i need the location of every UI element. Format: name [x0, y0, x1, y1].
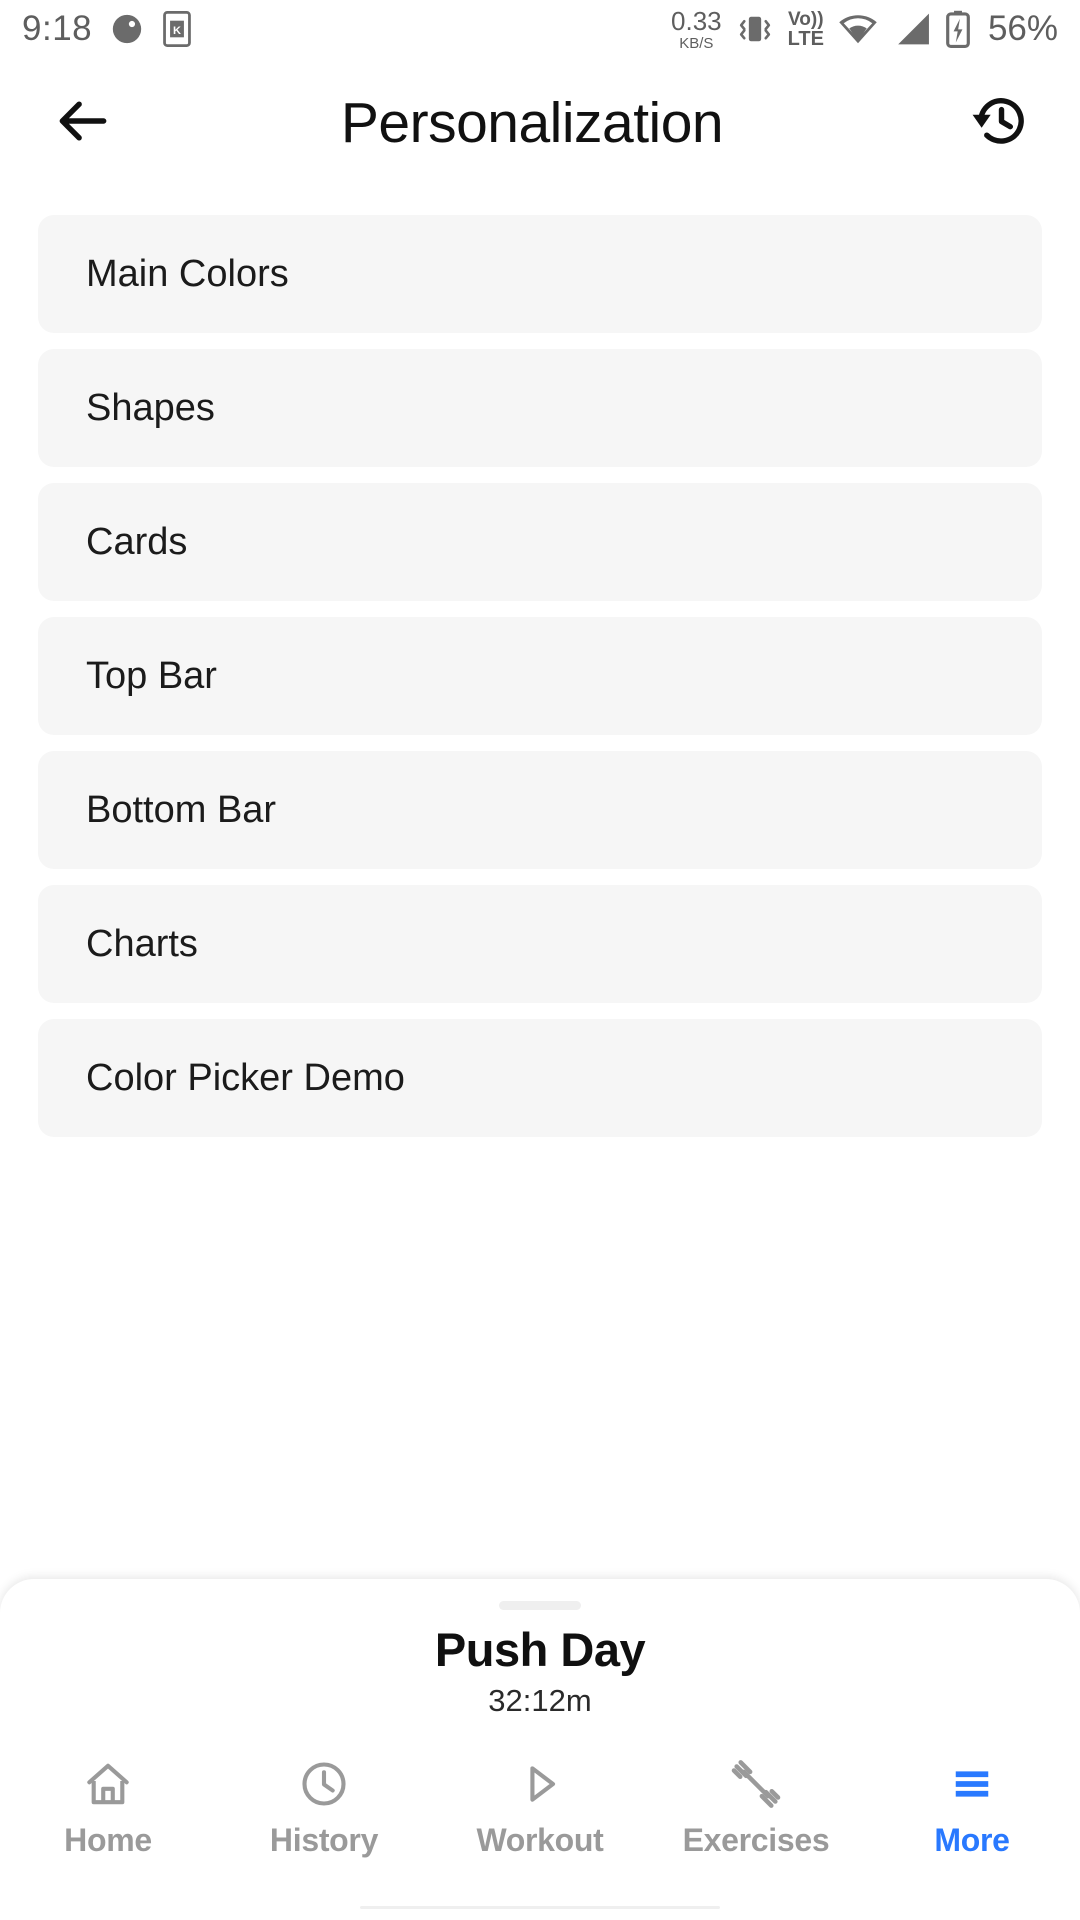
- list-item-top-bar[interactable]: Top Bar: [38, 617, 1042, 735]
- data-rate-value: 0.33: [671, 5, 722, 36]
- list-item-bottom-bar[interactable]: Bottom Bar: [38, 751, 1042, 869]
- list-item-label: Charts: [86, 922, 198, 965]
- hamburger-menu-icon: [946, 1756, 998, 1812]
- cellular-signal-icon: [892, 12, 932, 46]
- battery-charging-icon: [945, 10, 971, 48]
- status-bar-left: 9:18 K: [22, 9, 192, 49]
- nav-label: Workout: [476, 1822, 604, 1858]
- nav-label: More: [934, 1822, 1010, 1858]
- history-restore-button[interactable]: [946, 68, 1056, 178]
- half-moon-icon: [110, 12, 144, 46]
- active-workout-sheet[interactable]: Push Day 32:12m Home History Workout Exe…: [0, 1579, 1080, 1920]
- arrow-left-icon: [52, 90, 114, 157]
- workout-title: Push Day: [434, 1623, 646, 1676]
- list-item-label: Cards: [86, 520, 188, 563]
- play-triangle-icon: [514, 1756, 566, 1812]
- data-rate-unit: KB/S: [679, 34, 714, 52]
- personalization-settings-list: Main Colors Shapes Cards Top Bar Bottom …: [38, 215, 1042, 1153]
- workout-elapsed-time: 32:12m: [488, 1683, 592, 1718]
- nav-label: History: [269, 1822, 379, 1858]
- app-screen: 9:18 K 0.33 KB/S Vo)) LTE 56% Personaliz…: [0, 0, 1080, 1920]
- clock-icon: [298, 1756, 350, 1812]
- list-item-main-colors[interactable]: Main Colors: [38, 215, 1042, 333]
- system-navigation-hint: [0, 1900, 1080, 1914]
- status-bar-right: 0.33 KB/S Vo)) LTE 56%: [671, 8, 1058, 51]
- list-item-color-picker-demo[interactable]: Color Picker Demo: [38, 1019, 1042, 1137]
- list-item-label: Color Picker Demo: [86, 1056, 405, 1099]
- list-item-charts[interactable]: Charts: [38, 885, 1042, 1003]
- list-item-label: Shapes: [86, 386, 215, 429]
- list-item-label: Bottom Bar: [86, 788, 277, 831]
- nav-item-history[interactable]: History: [216, 1756, 432, 1859]
- dumbbell-icon: [729, 1756, 783, 1812]
- nav-item-exercises[interactable]: Exercises: [648, 1756, 864, 1859]
- data-rate-indicator: 0.33 KB/S: [671, 8, 722, 51]
- volte-top-label: Vo)): [788, 8, 824, 30]
- app-bar: Personalization: [0, 58, 1080, 188]
- svg-text:K: K: [173, 25, 181, 37]
- list-item-shapes[interactable]: Shapes: [38, 349, 1042, 467]
- history-restore-icon: [970, 90, 1032, 157]
- page-title: Personalization: [340, 91, 724, 155]
- wifi-icon: [837, 12, 879, 46]
- status-bar: 9:18 K 0.33 KB/S Vo)) LTE 56%: [0, 0, 1080, 58]
- list-item-label: Main Colors: [86, 252, 289, 295]
- list-item-label: Top Bar: [86, 654, 217, 697]
- nav-item-home[interactable]: Home: [0, 1756, 216, 1859]
- nav-label: Home: [64, 1822, 152, 1858]
- nav-item-more[interactable]: More: [864, 1756, 1080, 1859]
- volte-bottom-label: LTE: [787, 27, 824, 50]
- nav-label: Exercises: [682, 1822, 830, 1858]
- status-time: 9:18: [22, 9, 93, 48]
- home-icon: [82, 1756, 134, 1812]
- bottom-navigation-bar: Home History Workout Exercises More: [0, 1756, 1080, 1876]
- list-item-cards[interactable]: Cards: [38, 483, 1042, 601]
- volte-icon: Vo)) LTE: [788, 10, 824, 49]
- nav-item-workout[interactable]: Workout: [432, 1756, 648, 1859]
- sheet-drag-handle[interactable]: [499, 1601, 581, 1610]
- kindle-app-icon: K: [162, 11, 192, 47]
- vibrate-icon: [735, 9, 775, 49]
- battery-percent: 56%: [987, 9, 1058, 48]
